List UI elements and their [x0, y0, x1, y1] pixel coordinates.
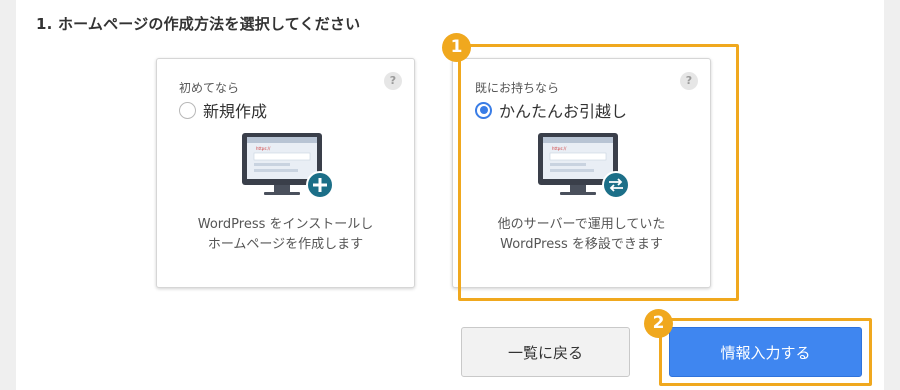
screen-url-text: https:// [256, 146, 271, 151]
option-label: 新規作成 [203, 102, 268, 121]
back-to-list-button[interactable]: 一覧に戻る [461, 327, 630, 377]
step-marker-1: 1 [442, 33, 471, 62]
option-card-new[interactable]: 初めてなら ? 新規作成 https:// WordPress をインストールし… [156, 58, 415, 288]
option-radio-new[interactable]: 新規作成 [179, 99, 267, 121]
monitor-plus-icon: https:// [242, 133, 334, 199]
option-description: WordPress をインストールし ホームページを作成します [157, 215, 414, 255]
radio-unchecked-icon[interactable] [179, 101, 196, 119]
step-marker-2: 2 [644, 309, 673, 338]
highlight-frame-button [659, 318, 872, 386]
help-icon[interactable]: ? [384, 72, 402, 90]
section-title: 1. ホームページの作成方法を選択してください [36, 15, 361, 33]
description-line: WordPress をインストールし [197, 217, 374, 232]
description-line: ホームページを作成します [207, 237, 364, 252]
highlight-frame-option [458, 44, 739, 301]
option-subtitle: 初めてなら [179, 81, 240, 95]
